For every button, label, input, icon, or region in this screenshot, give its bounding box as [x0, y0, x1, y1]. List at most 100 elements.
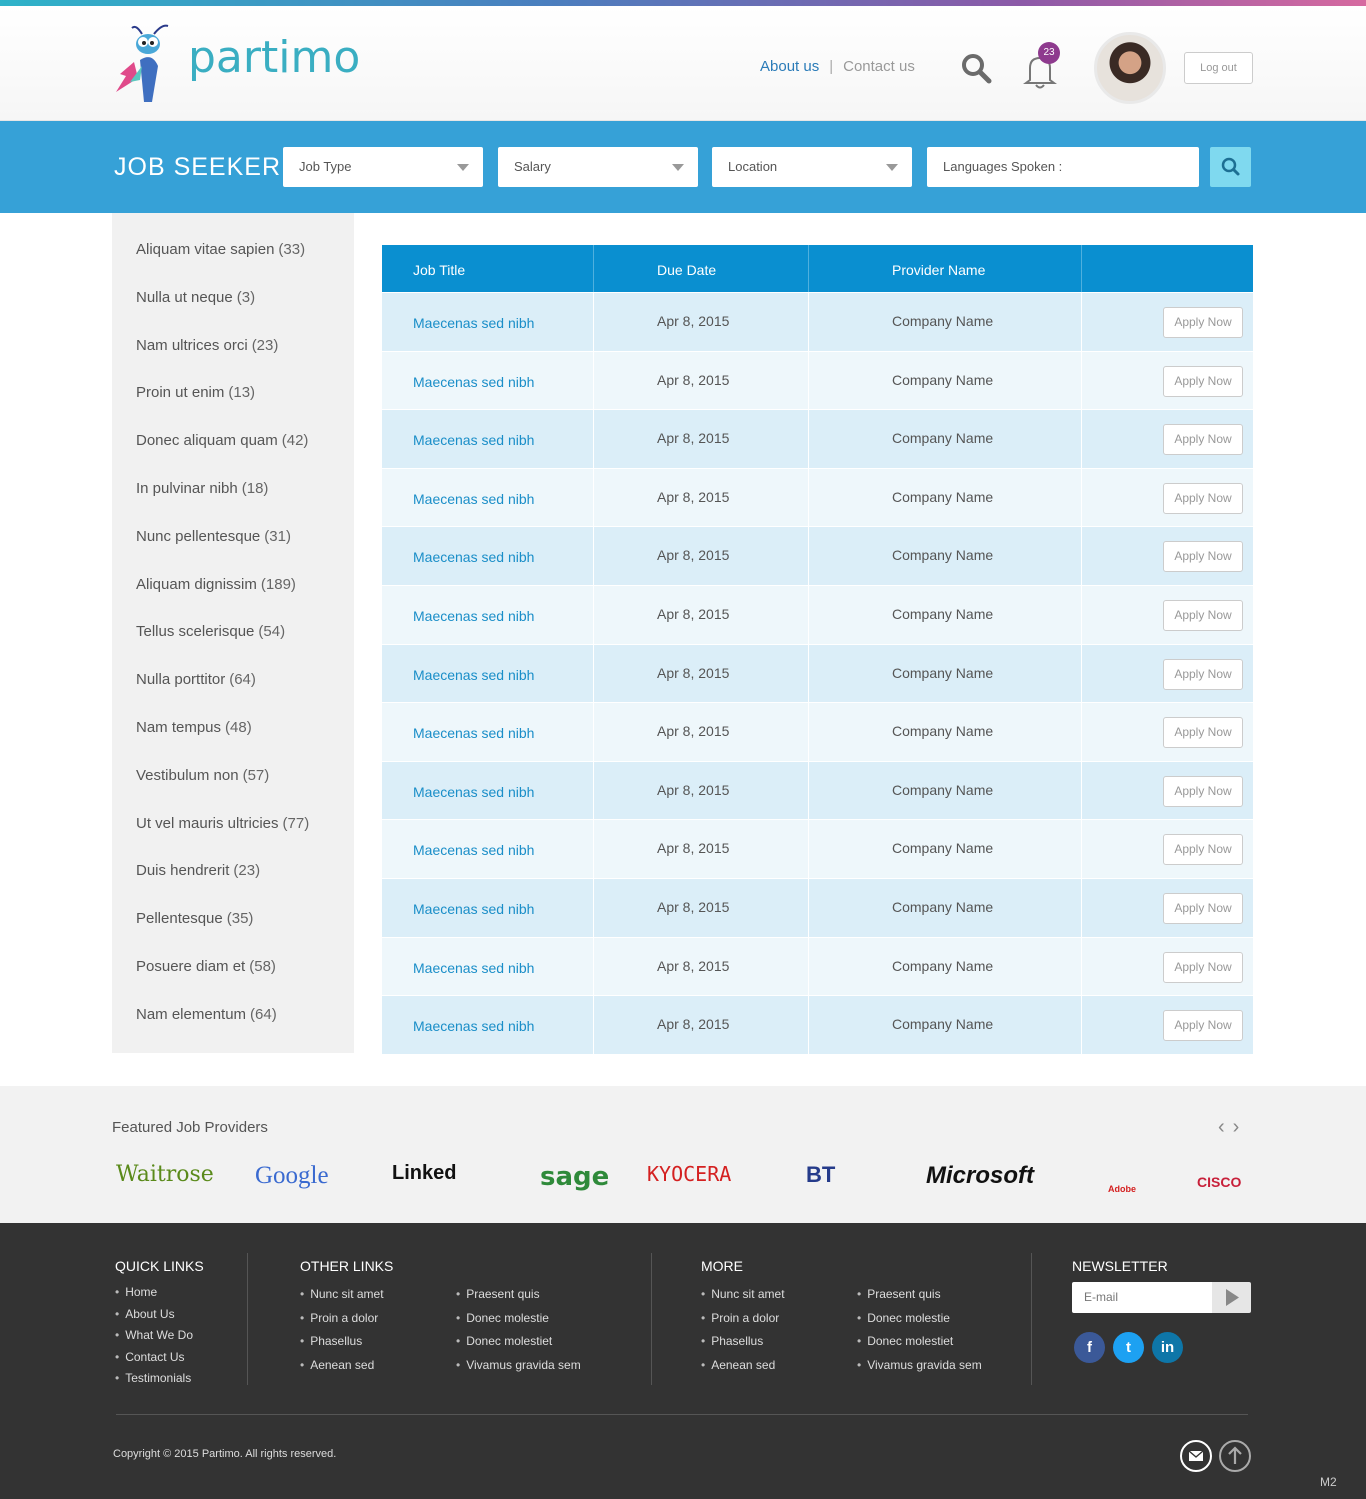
more-link[interactable]: Aenean sed: [701, 1358, 775, 1372]
sidebar-item[interactable]: In pulvinar nibh (18): [136, 480, 268, 497]
apply-now-button[interactable]: Apply Now: [1163, 892, 1243, 924]
salary-select[interactable]: Salary: [498, 147, 698, 187]
col-due-date[interactable]: Due Date: [593, 245, 808, 292]
brand-logo-bt[interactable]: BT: [806, 1162, 835, 1188]
more-link[interactable]: Phasellus: [701, 1334, 763, 1348]
nav-contact-us[interactable]: Contact us: [843, 58, 915, 75]
other-link[interactable]: Praesent quis: [456, 1287, 539, 1301]
sidebar-item[interactable]: Donec aliquam quam (42): [136, 432, 308, 449]
other-link[interactable]: Proin a dolor: [300, 1311, 378, 1325]
twitter-icon[interactable]: t: [1113, 1332, 1144, 1363]
brand-logo-sage[interactable]: sage: [540, 1162, 609, 1192]
job-title-link[interactable]: Maecenas sed nibh: [382, 996, 593, 1054]
search-button[interactable]: [1210, 147, 1251, 187]
job-title-link[interactable]: Maecenas sed nibh: [382, 762, 593, 820]
job-type-select[interactable]: Job Type: [283, 147, 483, 187]
job-title-link[interactable]: Maecenas sed nibh: [382, 586, 593, 644]
sidebar-item[interactable]: Nulla porttitor (64): [136, 671, 256, 688]
other-link[interactable]: Donec molestiet: [456, 1334, 552, 1348]
job-title-link[interactable]: Maecenas sed nibh: [382, 410, 593, 468]
other-link[interactable]: Vivamus gravida sem: [456, 1358, 581, 1372]
sidebar-item[interactable]: Aliquam dignissim (189): [136, 576, 296, 593]
quick-link[interactable]: About Us: [115, 1307, 174, 1321]
other-link[interactable]: Donec molestie: [456, 1311, 549, 1325]
brand-logo-google[interactable]: Google: [255, 1162, 329, 1190]
newsletter-submit-button[interactable]: [1212, 1282, 1251, 1313]
job-title-link[interactable]: Maecenas sed nibh: [382, 938, 593, 996]
footer-rule: [116, 1414, 1248, 1415]
brand-logo-adobe[interactable]: Adobe: [1108, 1184, 1136, 1194]
more-link[interactable]: Praesent quis: [857, 1287, 940, 1301]
col-provider-name[interactable]: Provider Name: [808, 245, 1081, 292]
languages-field[interactable]: Languages Spoken :: [927, 147, 1199, 187]
job-title-link[interactable]: Maecenas sed nibh: [382, 293, 593, 351]
linkedin-icon[interactable]: in: [1152, 1332, 1183, 1363]
more-link[interactable]: Nunc sit amet: [701, 1287, 784, 1301]
sidebar-item[interactable]: Aliquam vitae sapien (33): [136, 241, 305, 258]
job-title-link[interactable]: Maecenas sed nibh: [382, 645, 593, 703]
job-title-link[interactable]: Maecenas sed nibh: [382, 527, 593, 585]
apply-now-button[interactable]: Apply Now: [1163, 599, 1243, 631]
sidebar-item[interactable]: Posuere diam et (58): [136, 958, 276, 975]
brand-logo-cisco[interactable]: CISCO: [1197, 1174, 1241, 1190]
more-link[interactable]: Proin a dolor: [701, 1311, 779, 1325]
more-link[interactable]: Donec molestie: [857, 1311, 950, 1325]
top-nav: About us | Contact us: [760, 58, 915, 75]
job-title-link[interactable]: Maecenas sed nibh: [382, 703, 593, 761]
sidebar-item[interactable]: Pellentesque (35): [136, 910, 253, 927]
chevron-left-icon[interactable]: ‹: [1218, 1116, 1233, 1138]
apply-now-button[interactable]: Apply Now: [1163, 951, 1243, 983]
sidebar-item[interactable]: Vestibulum non (57): [136, 767, 269, 784]
quick-link[interactable]: What We Do: [115, 1328, 193, 1342]
sidebar-item[interactable]: Duis hendrerit (23): [136, 862, 260, 879]
sidebar-item[interactable]: Nulla ut neque (3): [136, 289, 255, 306]
partimo-logo[interactable]: partimo: [112, 22, 360, 104]
sidebar-item[interactable]: Tellus scelerisque (54): [136, 623, 285, 640]
apply-now-button[interactable]: Apply Now: [1163, 424, 1243, 456]
sidebar-item[interactable]: Nam ultrices orci (23): [136, 337, 278, 354]
sidebar-item[interactable]: Nam elementum (64): [136, 1006, 277, 1023]
other-link[interactable]: Nunc sit amet: [300, 1287, 383, 1301]
facebook-icon[interactable]: f: [1074, 1332, 1105, 1363]
brand-logo-waitrose[interactable]: Waitrose: [116, 1162, 214, 1187]
brand-logo-linked[interactable]: Linked: [392, 1162, 456, 1185]
brand-logo-kyocera[interactable]: KYOCERA: [647, 1162, 731, 1186]
sidebar-item-label: Aliquam vitae sapien: [136, 241, 275, 258]
apply-now-button[interactable]: Apply Now: [1163, 482, 1243, 514]
newsletter-email-input[interactable]: E-mail: [1072, 1282, 1212, 1313]
search-icon[interactable]: [960, 52, 992, 84]
sidebar-item[interactable]: Proin ut enim (13): [136, 384, 255, 401]
other-link[interactable]: Phasellus: [300, 1334, 362, 1348]
nav-about-us[interactable]: About us: [760, 58, 819, 75]
job-title-link[interactable]: Maecenas sed nibh: [382, 352, 593, 410]
quick-link[interactable]: Contact Us: [115, 1350, 184, 1364]
sidebar-item[interactable]: Nunc pellentesque (31): [136, 528, 291, 545]
email-circle-button[interactable]: [1180, 1440, 1212, 1472]
quick-link[interactable]: Testimonials: [115, 1371, 191, 1385]
job-title-link[interactable]: Maecenas sed nibh: [382, 469, 593, 527]
logout-button[interactable]: Log out: [1184, 52, 1253, 84]
more-link[interactable]: Vivamus gravida sem: [857, 1358, 982, 1372]
apply-now-button[interactable]: Apply Now: [1163, 775, 1243, 807]
apply-now-button[interactable]: Apply Now: [1163, 658, 1243, 690]
sidebar-item[interactable]: Nam tempus (48): [136, 719, 252, 736]
brand-logo-microsoft[interactable]: Microsoft: [926, 1162, 1034, 1190]
user-avatar[interactable]: [1094, 32, 1166, 104]
apply-now-button[interactable]: Apply Now: [1163, 834, 1243, 866]
apply-now-button[interactable]: Apply Now: [1163, 541, 1243, 573]
sidebar-item-count: (35): [226, 910, 254, 928]
apply-now-button[interactable]: Apply Now: [1163, 717, 1243, 749]
chevron-right-icon[interactable]: ›: [1233, 1116, 1248, 1138]
quick-link[interactable]: Home: [115, 1285, 157, 1299]
job-title-link[interactable]: Maecenas sed nibh: [382, 879, 593, 937]
other-link[interactable]: Aenean sed: [300, 1358, 374, 1372]
apply-now-button[interactable]: Apply Now: [1163, 365, 1243, 397]
col-job-title[interactable]: Job Title: [382, 245, 593, 292]
apply-now-button[interactable]: Apply Now: [1163, 307, 1243, 338]
job-title-link[interactable]: Maecenas sed nibh: [382, 820, 593, 878]
location-select[interactable]: Location: [712, 147, 912, 187]
apply-now-button[interactable]: Apply Now: [1163, 1010, 1243, 1042]
back-to-top-button[interactable]: [1219, 1440, 1251, 1472]
sidebar-item[interactable]: Ut vel mauris ultricies (77): [136, 815, 309, 832]
more-link[interactable]: Donec molestiet: [857, 1334, 953, 1348]
